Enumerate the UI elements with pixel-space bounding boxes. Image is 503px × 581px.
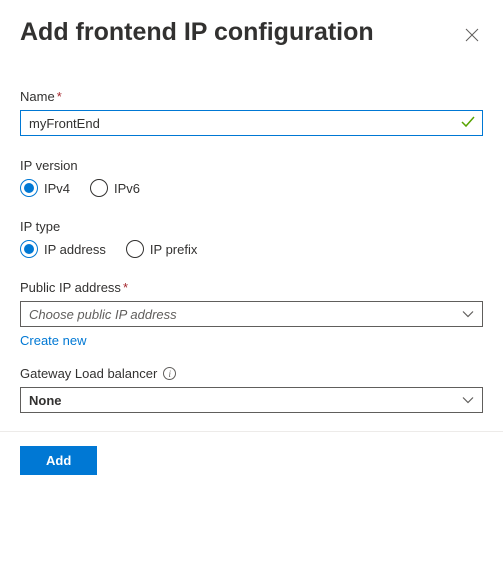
public-ip-field: Public IP address* Choose public IP addr… bbox=[20, 280, 483, 348]
info-icon[interactable]: i bbox=[163, 367, 176, 380]
ip-version-label: IP version bbox=[20, 158, 483, 173]
required-indicator: * bbox=[123, 280, 128, 295]
panel-header: Add frontend IP configuration bbox=[20, 18, 483, 49]
radio-icon bbox=[20, 240, 38, 258]
close-button[interactable] bbox=[461, 24, 483, 49]
name-label: Name* bbox=[20, 89, 483, 104]
ipv6-radio[interactable]: IPv6 bbox=[90, 179, 140, 197]
create-new-link[interactable]: Create new bbox=[20, 333, 86, 348]
gateway-field: Gateway Load balancer i None bbox=[20, 366, 483, 413]
panel-footer: Add bbox=[0, 431, 503, 489]
gateway-select[interactable]: None bbox=[20, 387, 483, 413]
ip-version-field: IP version IPv4 IPv6 bbox=[20, 158, 483, 197]
panel-title: Add frontend IP configuration bbox=[20, 18, 374, 47]
required-indicator: * bbox=[57, 89, 62, 104]
public-ip-select[interactable]: Choose public IP address bbox=[20, 301, 483, 327]
ipv4-radio[interactable]: IPv4 bbox=[20, 179, 70, 197]
radio-icon bbox=[90, 179, 108, 197]
gateway-label: Gateway Load balancer bbox=[20, 366, 157, 381]
close-icon bbox=[465, 28, 479, 45]
ip-address-radio[interactable]: IP address bbox=[20, 240, 106, 258]
ip-prefix-radio[interactable]: IP prefix bbox=[126, 240, 197, 258]
name-field: Name* bbox=[20, 89, 483, 136]
chevron-down-icon bbox=[462, 307, 474, 322]
add-button[interactable]: Add bbox=[20, 446, 97, 475]
name-input[interactable] bbox=[20, 110, 483, 136]
chevron-down-icon bbox=[462, 393, 474, 408]
radio-icon bbox=[20, 179, 38, 197]
ip-type-label: IP type bbox=[20, 219, 483, 234]
public-ip-label: Public IP address* bbox=[20, 280, 483, 295]
radio-icon bbox=[126, 240, 144, 258]
ip-type-field: IP type IP address IP prefix bbox=[20, 219, 483, 258]
